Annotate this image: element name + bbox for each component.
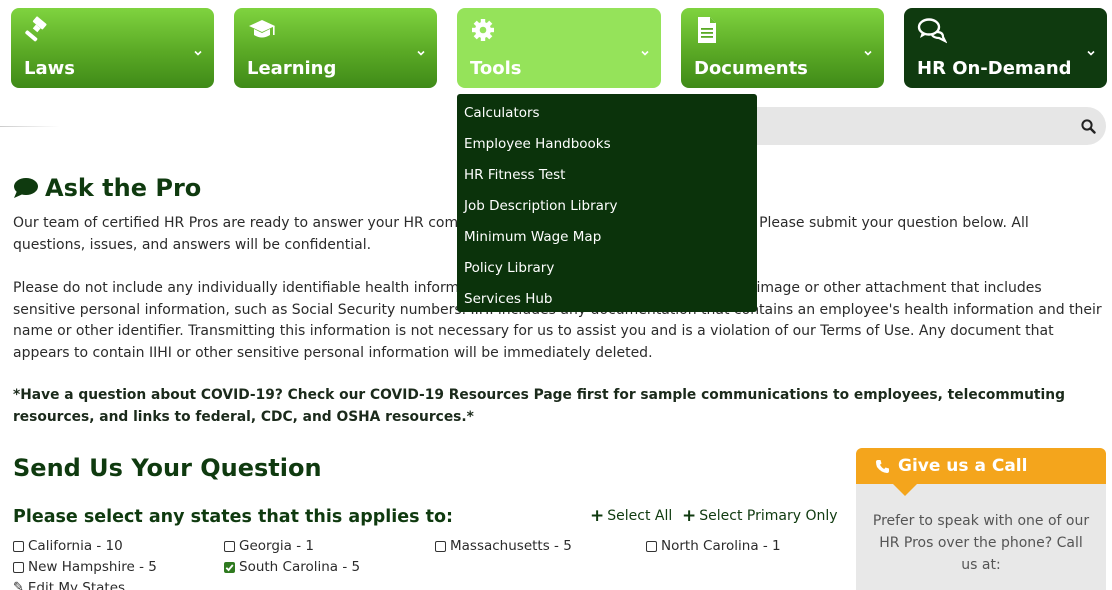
checkbox-icon[interactable]	[13, 561, 24, 573]
menu-item-calculators[interactable]: Calculators	[457, 98, 757, 129]
menu-item-minimum-wage-map[interactable]: Minimum Wage Map	[457, 222, 757, 253]
nav-tools[interactable]: Tools	[457, 8, 661, 88]
edit-states-link[interactable]: ✎ Edit My States	[13, 580, 125, 590]
graduation-cap-icon	[249, 20, 275, 38]
chevron-down-icon	[864, 50, 872, 56]
menu-item-employee-handbooks[interactable]: Employee Handbooks	[457, 129, 757, 160]
nav-learning-label: Learning	[247, 58, 337, 79]
tools-dropdown-menu: Calculators Employee Handbooks HR Fitnes…	[457, 94, 757, 312]
nav-documents[interactable]: Documents	[681, 8, 884, 88]
checkbox-icon[interactable]	[224, 540, 235, 552]
gear-icon	[472, 19, 494, 41]
menu-item-services-hub[interactable]: Services Hub	[457, 284, 757, 315]
chevron-down-icon	[1087, 50, 1095, 56]
chat-bubbles-icon	[917, 18, 947, 44]
select-primary-label: Select Primary Only	[699, 508, 838, 524]
call-box-pointer	[893, 484, 917, 496]
nav-learning[interactable]: Learning	[234, 8, 437, 88]
select-all-label: Select All	[607, 508, 673, 524]
plus-icon: +	[590, 506, 605, 526]
call-box-body: Prefer to speak with one of our HR Pros …	[856, 484, 1106, 590]
checkmark-icon	[225, 563, 234, 571]
nav-hr-on-demand[interactable]: HR On-Demand	[904, 8, 1107, 88]
chevron-down-icon	[417, 50, 425, 56]
state-checkbox[interactable]: California - 10	[13, 538, 123, 554]
state-label: Massachusetts - 5	[450, 538, 572, 554]
state-checkbox[interactable]: South Carolina - 5	[224, 559, 360, 575]
document-icon	[698, 17, 716, 43]
checkbox-icon[interactable]	[435, 540, 446, 552]
state-checkbox[interactable]: Georgia - 1	[224, 538, 314, 554]
edit-states-label: Edit My States	[27, 580, 126, 590]
call-box-header: Give us a Call	[856, 448, 1106, 484]
nav-laws-label: Laws	[24, 58, 75, 79]
select-primary-link[interactable]: + Select Primary Only	[682, 506, 838, 526]
checkbox-icon[interactable]	[13, 540, 24, 552]
call-box-title: Give us a Call	[898, 456, 1028, 476]
divider	[0, 126, 60, 127]
nav-laws[interactable]: Laws	[11, 8, 214, 88]
state-checkbox[interactable]: Massachusetts - 5	[435, 538, 572, 554]
chevron-down-icon	[194, 50, 202, 56]
call-box: Give us a Call Prefer to speak with one …	[856, 448, 1106, 590]
nav-hr-on-demand-label: HR On-Demand	[917, 58, 1072, 79]
section-title: Send Us Your Question	[13, 454, 322, 482]
page-title-text: Ask the Pro	[45, 174, 202, 202]
plus-icon: +	[682, 506, 697, 526]
state-label: New Hampshire - 5	[28, 559, 157, 575]
select-all-link[interactable]: + Select All	[590, 506, 672, 526]
search-input[interactable]	[757, 107, 1106, 145]
search-icon[interactable]	[1081, 119, 1096, 134]
nav-tools-label: Tools	[470, 58, 522, 79]
nav-documents-label: Documents	[694, 58, 808, 79]
checkbox-icon[interactable]	[646, 540, 657, 552]
speech-bubble-icon	[14, 178, 38, 198]
state-checkbox[interactable]: New Hampshire - 5	[13, 559, 157, 575]
state-label: North Carolina - 1	[661, 538, 781, 554]
states-heading: Please select any states that this appli…	[13, 507, 454, 527]
menu-item-policy-library[interactable]: Policy Library	[457, 253, 757, 284]
checkbox-checked-icon[interactable]	[224, 561, 235, 573]
state-label: California - 10	[28, 538, 123, 554]
edit-icon: ✎	[13, 580, 24, 590]
menu-item-hr-fitness-test[interactable]: HR Fitness Test	[457, 160, 757, 191]
chevron-down-icon	[641, 50, 649, 56]
covid-note: *Have a question about COVID-19? Check o…	[13, 387, 1065, 425]
state-label: South Carolina - 5	[239, 559, 361, 575]
state-checkbox[interactable]: North Carolina - 1	[646, 538, 781, 554]
page-title: Ask the Pro	[13, 174, 201, 202]
menu-item-job-description-library[interactable]: Job Description Library	[457, 191, 757, 222]
phone-icon	[876, 459, 889, 473]
gavel-icon	[25, 16, 47, 42]
state-label: Georgia - 1	[239, 538, 314, 554]
